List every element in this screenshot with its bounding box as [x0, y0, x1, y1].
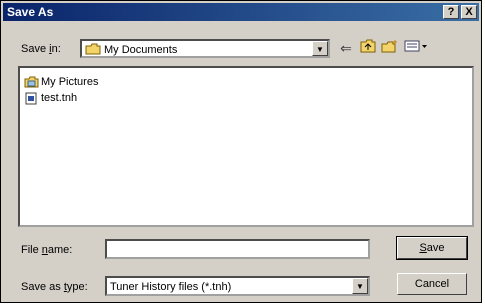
- pictures-folder-icon: [24, 76, 39, 91]
- file-name-label: File name:: [21, 244, 73, 256]
- cancel-button[interactable]: Cancel: [397, 273, 467, 295]
- save-in-value: My Documents: [104, 44, 178, 56]
- file-name-text: My Pictures: [41, 76, 99, 88]
- save-as-type-value: Tuner History files (*.tnh): [110, 281, 232, 293]
- up-folder-icon[interactable]: [359, 39, 377, 57]
- new-folder-icon[interactable]: [381, 39, 399, 57]
- file-name-input[interactable]: [105, 239, 370, 259]
- save-in-dropdown-button[interactable]: ▼: [312, 41, 328, 56]
- dialog-title: Save As: [7, 5, 54, 19]
- back-arrow-icon[interactable]: ⇐: [337, 39, 355, 57]
- save-as-type-dropdown-button[interactable]: ▼: [352, 278, 368, 294]
- file-name-text: test.tnh: [41, 92, 78, 104]
- close-button[interactable]: X: [461, 5, 477, 19]
- folder-icon: [85, 43, 101, 58]
- save-as-type-combo[interactable]: Tuner History files (*.tnh) ▼: [105, 276, 370, 296]
- save-as-type-label: Save as type:: [21, 281, 88, 293]
- help-button[interactable]: ?: [443, 5, 459, 19]
- save-as-dialog: Save As ? X Save in: My Documents ▼ ⇐ My…: [0, 0, 482, 303]
- file-list[interactable]: My Pictures test.tnh: [18, 66, 474, 227]
- save-in-combo[interactable]: My Documents ▼: [80, 39, 330, 58]
- title-bar: Save As ? X: [3, 3, 479, 21]
- view-menu-icon[interactable]: [403, 39, 431, 57]
- save-in-label: Save in:: [21, 43, 61, 55]
- file-icon: [25, 92, 37, 108]
- save-button[interactable]: Save: [396, 236, 468, 260]
